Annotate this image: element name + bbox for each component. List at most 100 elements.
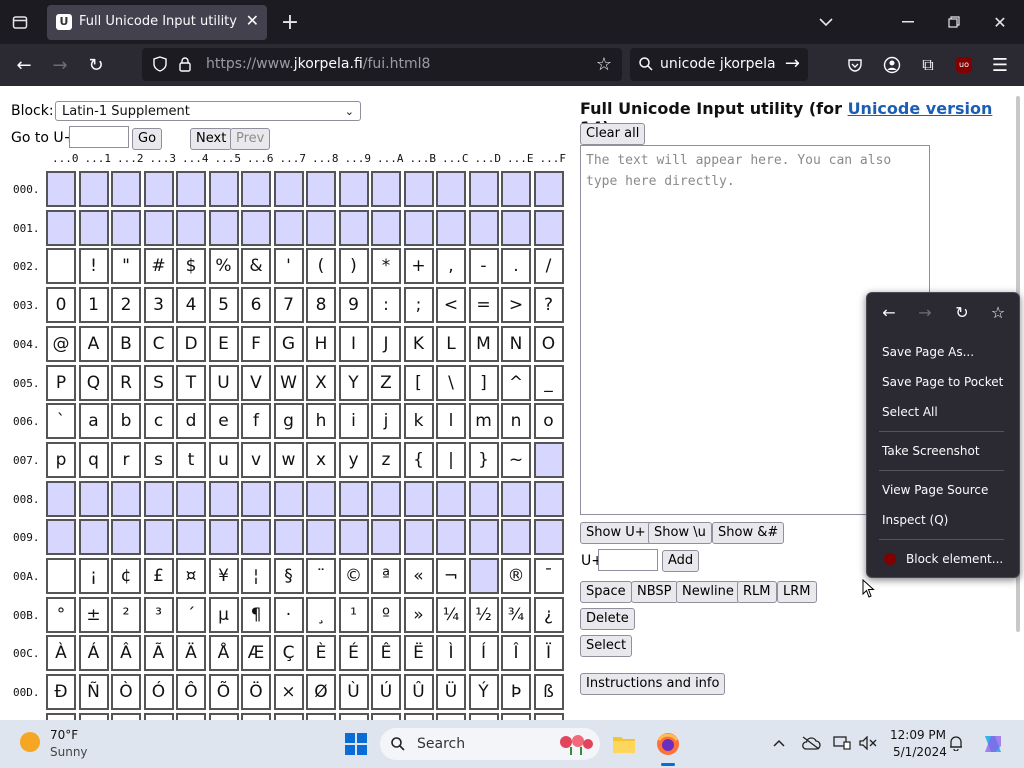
reload-icon[interactable]: ↻ — [952, 303, 972, 323]
char-cell-empty[interactable] — [403, 480, 434, 517]
block-select[interactable]: Latin-1 Supplement ⌄ — [55, 101, 361, 121]
char-cell[interactable]: j — [371, 403, 401, 440]
char-cell-empty[interactable] — [208, 519, 239, 556]
char-cell[interactable]: Ï — [533, 635, 564, 672]
char-cell[interactable]: \ — [436, 364, 466, 401]
char-cell[interactable]: N — [501, 325, 531, 362]
nbsp-button[interactable]: NBSP — [631, 581, 678, 603]
char-cell[interactable]: ' — [273, 248, 304, 285]
char-cell[interactable]: « — [403, 558, 434, 594]
char-cell-empty[interactable] — [436, 209, 466, 246]
char-cell[interactable]: / — [533, 248, 564, 285]
char-cell[interactable]: y — [338, 441, 369, 478]
char-cell[interactable]: ] — [468, 364, 499, 401]
char-cell[interactable]: Û — [403, 674, 434, 711]
char-cell[interactable] — [533, 712, 564, 720]
char-cell-empty[interactable] — [338, 480, 369, 517]
char-cell[interactable]: ¾ — [501, 596, 531, 633]
char-cell[interactable]: Î — [501, 635, 531, 672]
copilot-icon[interactable] — [980, 731, 1006, 757]
close-window-icon[interactable]: ✕ — [988, 10, 1012, 34]
char-cell-empty[interactable] — [143, 480, 174, 517]
char-cell-empty[interactable] — [273, 209, 304, 246]
account-icon[interactable] — [879, 52, 905, 78]
char-cell[interactable] — [468, 712, 499, 720]
char-cell-empty[interactable] — [501, 171, 531, 207]
unicode-version-link[interactable]: Unicode version — [848, 99, 993, 118]
char-cell[interactable]: 1 — [78, 287, 109, 324]
char-cell-empty[interactable] — [533, 171, 564, 207]
char-cell[interactable]: Ç — [273, 635, 304, 672]
network-icon[interactable] — [832, 734, 852, 752]
char-cell-empty[interactable] — [468, 480, 499, 517]
char-cell[interactable]: B — [111, 325, 141, 362]
char-cell[interactable]: l — [436, 403, 466, 440]
char-cell[interactable]: ¨ — [306, 558, 336, 594]
char-cell[interactable]: ; — [403, 287, 434, 324]
shield-icon[interactable] — [152, 56, 168, 76]
char-cell[interactable]: e — [208, 403, 239, 440]
char-cell[interactable]: b — [111, 403, 141, 440]
char-cell[interactable]: Ü — [436, 674, 466, 711]
char-cell[interactable]: ² — [111, 596, 141, 633]
prev-button[interactable]: Prev — [230, 128, 271, 150]
char-cell[interactable]: 4 — [176, 287, 206, 324]
minimize-icon[interactable] — [896, 10, 920, 34]
restore-icon[interactable] — [942, 10, 966, 34]
char-cell[interactable]: 0 — [46, 287, 76, 324]
char-cell-empty[interactable] — [501, 519, 531, 556]
char-cell-empty[interactable] — [208, 209, 239, 246]
char-cell-empty[interactable] — [143, 171, 174, 207]
ublock-icon[interactable]: uo — [951, 52, 977, 78]
char-cell[interactable]: Ù — [338, 674, 369, 711]
char-cell-empty[interactable] — [403, 209, 434, 246]
back-arrow-icon[interactable]: ← — [879, 303, 899, 323]
char-cell-empty[interactable] — [371, 519, 401, 556]
char-cell-empty[interactable] — [241, 171, 271, 207]
codepoint-input[interactable] — [598, 549, 658, 571]
char-cell[interactable] — [241, 712, 271, 720]
windows-start-icon[interactable] — [344, 732, 368, 756]
char-cell-empty[interactable] — [306, 519, 336, 556]
char-cell-empty[interactable] — [306, 171, 336, 207]
char-cell-empty[interactable] — [143, 519, 174, 556]
char-cell[interactable]: ! — [78, 248, 109, 285]
char-cell[interactable]: Q — [78, 364, 109, 401]
add-button[interactable]: Add — [662, 550, 700, 572]
char-cell-empty[interactable] — [273, 519, 304, 556]
char-cell-empty[interactable] — [533, 209, 564, 246]
char-cell[interactable]: Ê — [371, 635, 401, 672]
char-cell[interactable]: - — [468, 248, 499, 285]
space-button[interactable]: Space — [580, 581, 632, 603]
char-cell[interactable]: Z — [371, 364, 401, 401]
char-cell[interactable]: Ø — [306, 674, 336, 711]
clock-time[interactable]: 12:09 PM — [890, 728, 946, 742]
char-cell[interactable] — [306, 712, 336, 720]
char-cell[interactable]: 2 — [111, 287, 141, 324]
chevron-up-icon[interactable] — [770, 734, 788, 752]
char-cell[interactable]: w — [273, 441, 304, 478]
clock-date[interactable]: 5/1/2024 — [893, 745, 947, 759]
char-cell[interactable]: * — [371, 248, 401, 285]
char-cell-empty[interactable] — [273, 171, 304, 207]
char-cell[interactable]: Ö — [241, 674, 271, 711]
char-cell[interactable]: Å — [208, 635, 239, 672]
lrm-button[interactable]: LRM — [777, 581, 817, 603]
char-cell[interactable]: ® — [501, 558, 531, 594]
char-cell-empty[interactable] — [501, 209, 531, 246]
rlm-button[interactable]: RLM — [737, 581, 777, 603]
char-cell-empty[interactable] — [371, 209, 401, 246]
char-cell-empty[interactable] — [208, 480, 239, 517]
char-cell[interactable]: ¬ — [436, 558, 466, 594]
char-cell[interactable]: L — [436, 325, 466, 362]
new-tab-icon[interactable]: + — [278, 10, 302, 35]
weather-condition[interactable]: Sunny — [50, 745, 88, 759]
char-cell[interactable]: ³ — [143, 596, 174, 633]
char-cell-empty[interactable] — [46, 519, 76, 556]
char-cell[interactable]: a — [78, 403, 109, 440]
delete-button[interactable]: Delete — [580, 608, 635, 630]
char-cell[interactable]: Y — [338, 364, 369, 401]
char-cell[interactable]: Ñ — [78, 674, 109, 711]
char-cell[interactable]: h — [306, 403, 336, 440]
char-cell-empty[interactable] — [403, 171, 434, 207]
